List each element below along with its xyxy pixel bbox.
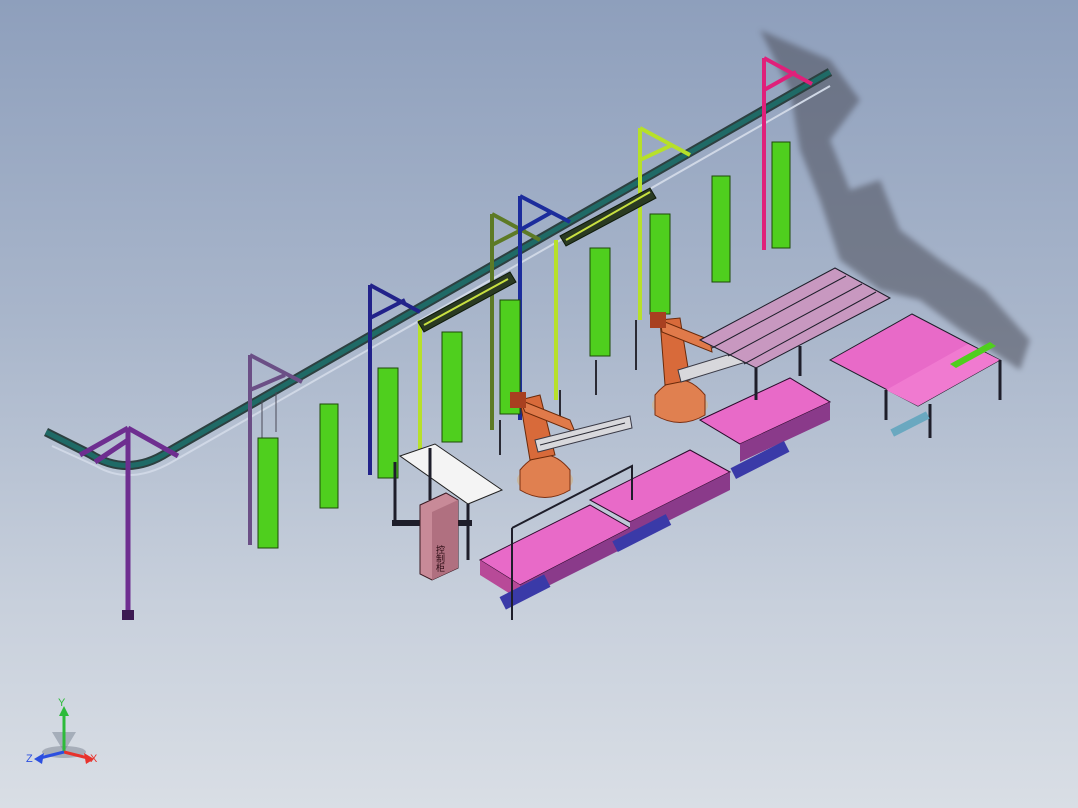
green-door[interactable] [441, 331, 463, 443]
y-axis-label: Y [58, 697, 66, 709]
coordinate-triad: Y X Z [26, 697, 98, 765]
x-axis-label: X [90, 753, 98, 765]
z-axis-label: Z [26, 753, 33, 765]
roller-conveyor[interactable] [698, 267, 892, 400]
green-door[interactable] [257, 437, 279, 549]
green-door[interactable] [771, 141, 791, 249]
cad-viewport[interactable]: 控制柜 Y X Z [0, 0, 1078, 808]
assembly-model-view[interactable]: 控制柜 [0, 0, 1078, 808]
green-door[interactable] [649, 213, 671, 315]
pallet-stack-1[interactable] [478, 504, 632, 610]
pallet-stack-3[interactable] [698, 377, 832, 479]
green-door[interactable] [589, 247, 611, 357]
green-door[interactable] [319, 403, 339, 509]
frame-foot [122, 610, 134, 620]
green-door[interactable] [377, 367, 399, 479]
hoist-beam[interactable] [417, 187, 657, 333]
cabinet-label: 控制柜 [435, 544, 445, 573]
control-cabinet[interactable]: 控制柜 [419, 492, 459, 581]
green-door[interactable] [711, 175, 731, 283]
